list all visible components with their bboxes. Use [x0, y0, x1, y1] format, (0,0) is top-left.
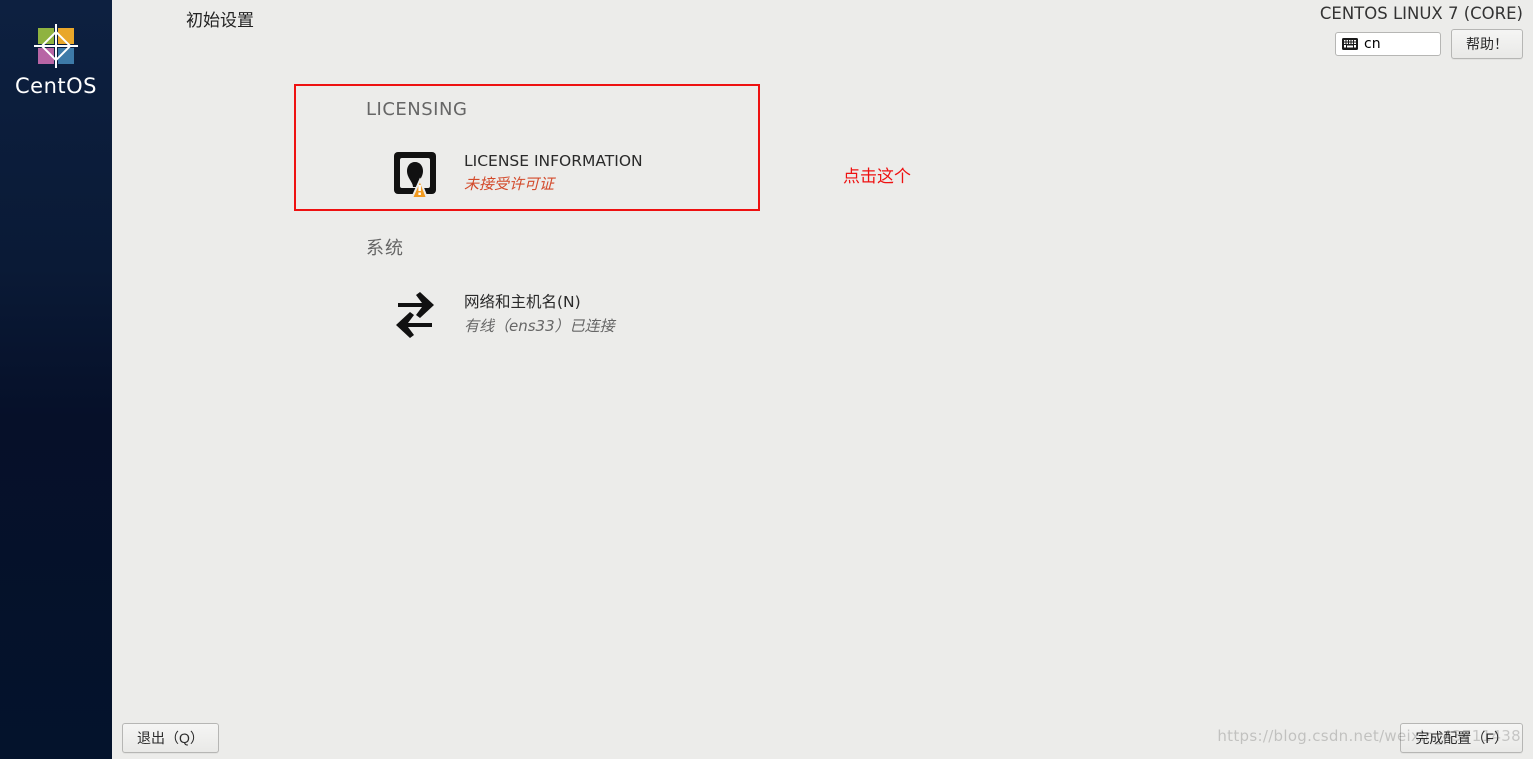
network-spoke-status: 有线（ens33）已连接: [464, 315, 615, 336]
centos-logo-text: CentOS: [15, 74, 97, 98]
network-spoke-title: 网络和主机名(N): [464, 290, 615, 312]
license-icon: [388, 146, 442, 200]
keyboard-layout-code: cn: [1364, 36, 1381, 52]
help-button[interactable]: 帮助！: [1451, 29, 1523, 59]
keyboard-icon: [1342, 38, 1358, 50]
license-information-spoke[interactable]: LICENSE INFORMATION 未接受许可证: [388, 146, 1533, 200]
section-heading-system: 系统: [366, 234, 1533, 260]
os-title: CENTOS LINUX 7 (CORE): [1320, 4, 1523, 23]
topbar: 初始设置 CENTOS LINUX 7 (CORE) cn: [112, 0, 1533, 59]
centos-logo: CentOS: [15, 22, 97, 98]
bottombar: 退出（Q） 完成配置（F）: [112, 717, 1533, 759]
network-icon: [388, 286, 442, 340]
quit-button[interactable]: 退出（Q）: [122, 723, 219, 753]
network-hostname-spoke[interactable]: 网络和主机名(N) 有线（ens33）已连接: [388, 286, 1533, 340]
keyboard-layout-selector[interactable]: cn: [1335, 32, 1441, 56]
page-title: 初始设置: [186, 4, 254, 31]
finish-configuration-button[interactable]: 完成配置（F）: [1400, 723, 1523, 753]
license-spoke-title: LICENSE INFORMATION: [464, 152, 643, 170]
main-area: 初始设置 CENTOS LINUX 7 (CORE) cn: [112, 0, 1533, 759]
sidebar: CentOS: [0, 0, 112, 759]
license-spoke-status: 未接受许可证: [464, 173, 643, 194]
section-heading-licensing: LICENSING: [366, 99, 1533, 120]
centos-logo-icon: [32, 22, 80, 70]
